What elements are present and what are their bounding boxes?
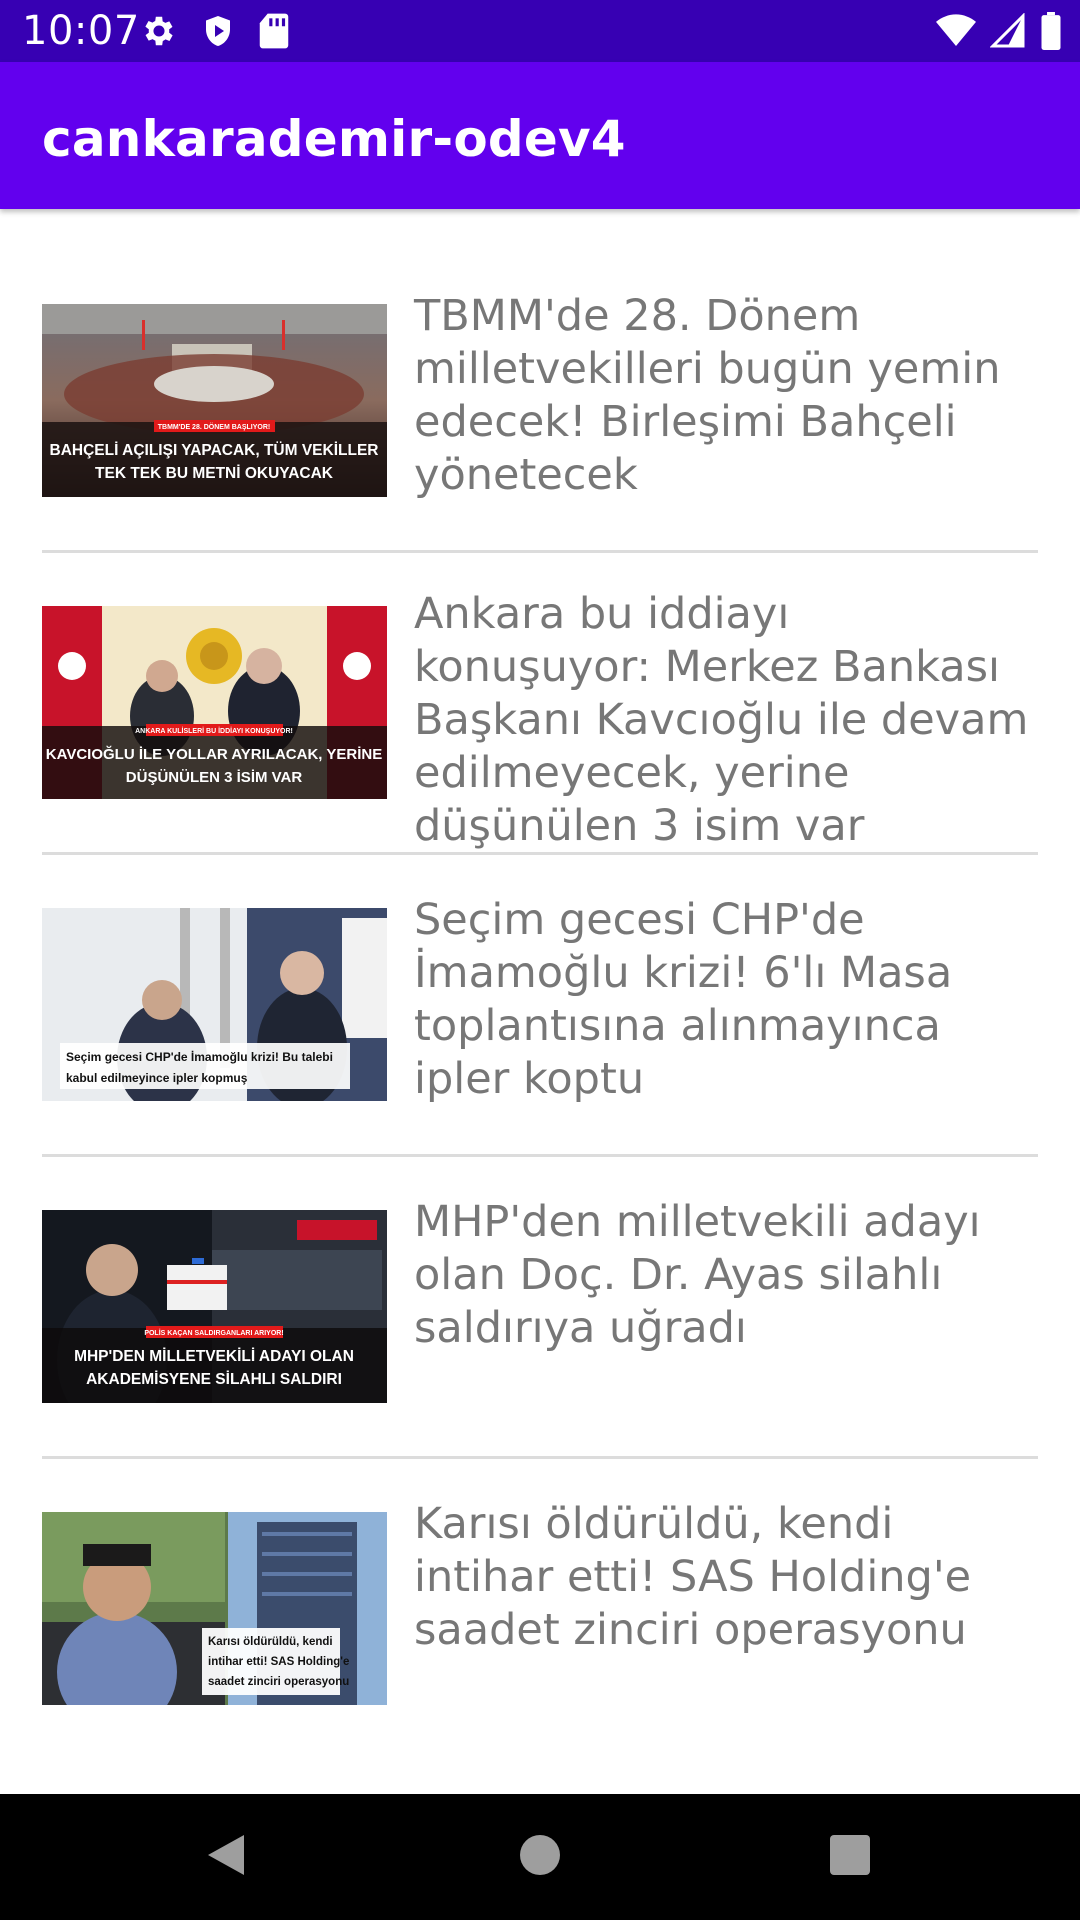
battery-icon: [1040, 12, 1062, 55]
list-divider: [42, 1456, 1038, 1459]
thumb-tag: POLİS KAÇAN SALDIRGANLARI ARIYOR!: [144, 1329, 283, 1337]
news-item[interactable]: POLİS KAÇAN SALDIRGANLARI ARIYOR! MHP'DE…: [42, 1186, 1038, 1416]
home-icon: [520, 1834, 560, 1880]
news-thumbnail: ANKARA KULİSLERİ BU İDDİAYI KONUŞUYOR! K…: [42, 606, 387, 799]
recents-button[interactable]: [790, 1794, 910, 1920]
news-thumbnail: TBMM'DE 28. DÖNEM BAŞLIYOR! BAHÇELİ AÇIL…: [42, 304, 387, 497]
gear-icon: [140, 12, 178, 55]
news-item[interactable]: Karısı öldürüldü, kendi intihar etti! SA…: [42, 1488, 1038, 1718]
news-headline[interactable]: TBMM'de 28. Dönem milletvekilleri bugün …: [414, 290, 1038, 502]
list-divider: [42, 550, 1038, 553]
news-item[interactable]: TBMM'DE 28. DÖNEM BAŞLIYOR! BAHÇELİ AÇIL…: [42, 280, 1038, 510]
list-divider: [42, 852, 1038, 855]
status-icons-left: [140, 12, 290, 55]
news-headline[interactable]: Karısı öldürüldü, kendi intihar etti! SA…: [414, 1498, 1038, 1657]
status-time: 10:07: [22, 8, 140, 54]
news-item[interactable]: ANKARA KULİSLERİ BU İDDİAYI KONUŞUYOR! K…: [42, 582, 1038, 852]
news-headline[interactable]: Seçim gecesi CHP'de İmamoğlu krizi! 6'lı…: [414, 894, 1038, 1106]
home-button[interactable]: [480, 1794, 600, 1920]
thumb-caption: BAHÇELİ AÇILIŞI YAPACAK, TÜM VEKİLLER: [50, 442, 379, 459]
thumb-tag: ANKARA KULİSLERİ BU İDDİAYI KONUŞUYOR!: [135, 727, 293, 735]
status-bar: 10:07: [0, 0, 1080, 62]
app-bar: cankarademir-odev4: [0, 62, 1080, 209]
navigation-bar: [0, 1794, 1080, 1920]
wifi-icon: [936, 13, 976, 54]
news-headline[interactable]: Ankara bu iddiayı konuşuyor: Merkez Bank…: [414, 588, 1038, 853]
news-item[interactable]: Seçim gecesi CHP'de İmamoğlu krizi! Bu t…: [42, 884, 1038, 1114]
cellular-signal-icon: [989, 12, 1026, 54]
list-divider: [42, 1154, 1038, 1157]
news-headline[interactable]: MHP'den milletvekili adayı olan Doç. Dr.…: [414, 1196, 1038, 1355]
thumb-caption: Karısı öldürüldü, kendi: [208, 1636, 333, 1648]
shield-icon: [200, 12, 236, 55]
thumb-caption: TEK TEK BU METNİ OKUYACAK: [95, 465, 334, 482]
news-thumbnail: POLİS KAÇAN SALDIRGANLARI ARIYOR! MHP'DE…: [42, 1210, 387, 1403]
thumb-caption: KAVCIOĞLU İLE YOLLAR AYRILACAK, YERİNE: [46, 745, 382, 763]
recents-icon: [830, 1834, 870, 1880]
thumb-caption: MHP'DEN MİLLETVEKİLİ ADAYI OLAN: [74, 1348, 354, 1365]
news-thumbnail: Seçim gecesi CHP'de İmamoğlu krizi! Bu t…: [42, 908, 387, 1101]
app-title: cankarademir-odev4: [42, 110, 626, 168]
thumb-caption: kabul edilmeyince ipler kopmuş: [66, 1071, 248, 1085]
thumb-caption: Seçim gecesi CHP'de İmamoğlu krizi! Bu t…: [66, 1049, 333, 1064]
status-icons-right: [936, 12, 1062, 55]
thumb-tag: TBMM'DE 28. DÖNEM BAŞLIYOR!: [158, 422, 271, 431]
sd-card-icon: [258, 12, 290, 55]
thumb-caption: AKADEMİSYENE SİLAHLI SALDIRI: [86, 1371, 342, 1388]
back-button[interactable]: [166, 1794, 286, 1920]
news-thumbnail: Karısı öldürüldü, kendi intihar etti! SA…: [42, 1512, 387, 1705]
thumb-caption: saadet zinciri operasyonu: [208, 1676, 349, 1688]
thumb-caption: intihar etti! SAS Holding'e: [208, 1656, 349, 1668]
thumb-caption: DÜŞÜNÜLEN 3 İSİM VAR: [126, 769, 303, 786]
back-icon: [204, 1831, 248, 1884]
